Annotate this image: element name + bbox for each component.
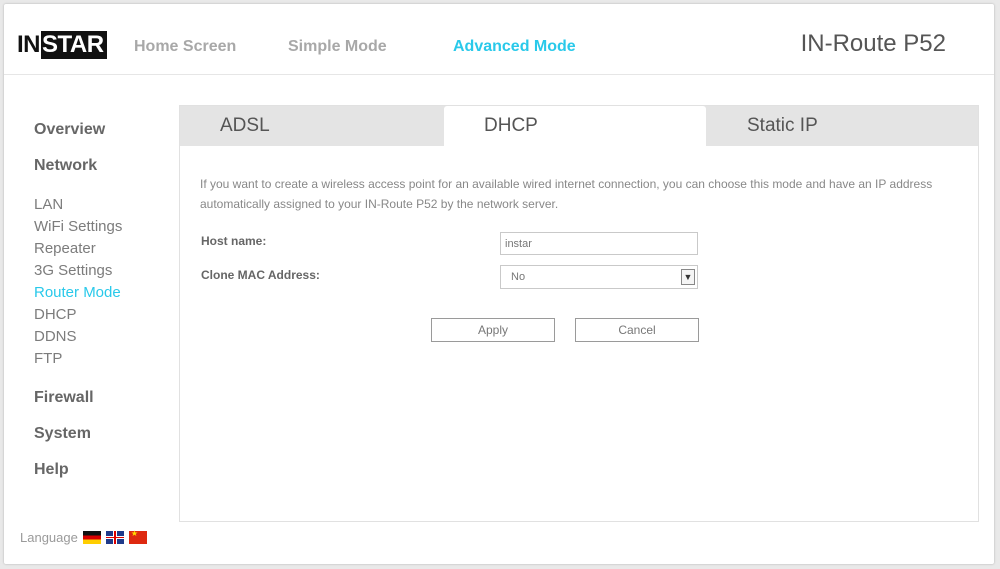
device-model-title: IN-Route P52 (800, 30, 946, 57)
sidebar-item-firewall[interactable]: Firewall (34, 389, 94, 407)
cancel-button[interactable]: Cancel (575, 318, 699, 342)
language-label: Language (20, 530, 78, 545)
clone-mac-value: No (511, 271, 526, 283)
sidebar-item-ftp[interactable]: FTP (34, 350, 62, 367)
flag-cn-icon[interactable] (128, 529, 147, 544)
host-name-label: Host name: (201, 234, 267, 248)
sidebar-item-router-mode[interactable]: Router Mode (34, 284, 121, 301)
sidebar-item-help[interactable]: Help (34, 461, 69, 479)
nav-home-screen[interactable]: Home Screen (134, 38, 236, 56)
sidebar-item-wifi-settings[interactable]: WiFi Settings (34, 218, 122, 235)
tab-adsl-label: ADSL (220, 115, 270, 136)
mode-description: If you want to create a wireless access … (200, 177, 933, 211)
tab-dhcp[interactable]: DHCP (444, 106, 706, 146)
sidebar-item-lan[interactable]: LAN (34, 196, 63, 213)
content-panel: ADSL DHCP Static IP If you want to creat… (179, 105, 979, 522)
language-selector: Language (20, 529, 147, 545)
nav-advanced-mode[interactable]: Advanced Mode (453, 38, 576, 56)
sidebar-item-network[interactable]: Network (34, 157, 97, 175)
chevron-down-icon[interactable]: ▼ (681, 269, 695, 285)
tab-adsl[interactable]: ADSL (180, 106, 444, 146)
apply-button[interactable]: Apply (431, 318, 555, 342)
flag-de-icon[interactable] (82, 531, 101, 544)
sidebar-item-system[interactable]: System (34, 425, 91, 443)
sidebar-item-3g-settings[interactable]: 3G Settings (34, 262, 112, 279)
flag-uk-icon[interactable] (105, 531, 124, 544)
nav-simple-mode[interactable]: Simple Mode (288, 38, 387, 56)
app-window: IN STAR Home Screen Simple Mode Advanced … (4, 4, 994, 564)
instar-logo[interactable]: IN STAR (14, 31, 107, 59)
header: IN STAR Home Screen Simple Mode Advanced … (4, 4, 994, 75)
logo-text-in: IN (14, 31, 41, 59)
tab-static-ip[interactable]: Static IP (706, 106, 978, 146)
host-name-input[interactable] (500, 232, 698, 255)
sidebar-item-repeater[interactable]: Repeater (34, 240, 96, 257)
tab-dhcp-label: DHCP (484, 115, 538, 136)
sidebar-item-overview[interactable]: Overview (34, 121, 105, 139)
tab-bar: ADSL DHCP Static IP (180, 106, 978, 146)
sidebar-item-ddns[interactable]: DDNS (34, 328, 77, 345)
sidebar-item-dhcp[interactable]: DHCP (34, 306, 77, 323)
clone-mac-select[interactable]: No ▼ (500, 265, 698, 289)
clone-mac-label: Clone MAC Address: (201, 268, 320, 282)
logo-text-star: STAR (41, 31, 107, 59)
tab-static-ip-label: Static IP (747, 115, 818, 136)
